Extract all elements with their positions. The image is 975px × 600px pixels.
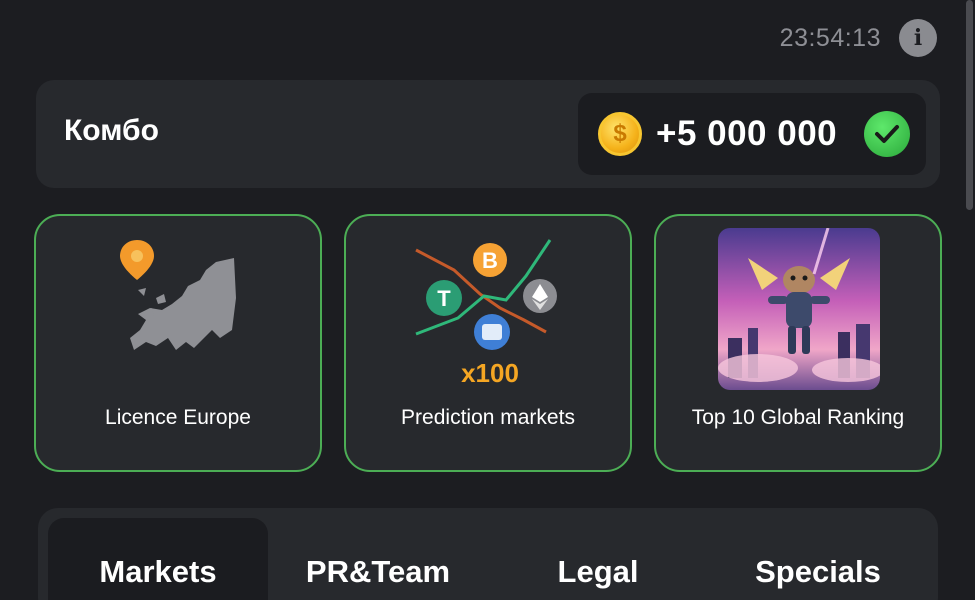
europe-map-icon <box>120 240 236 350</box>
tab-specials[interactable]: Specials <box>708 518 928 600</box>
scrollbar[interactable] <box>966 0 973 210</box>
category-tabs: Markets PR&Team Legal Specials <box>38 508 938 600</box>
checkmark-icon <box>864 111 910 157</box>
multiplier-badge: x100 <box>461 358 519 386</box>
tab-markets[interactable]: Markets <box>48 518 268 600</box>
prediction-markets-icon: B T x100 <box>415 239 557 386</box>
tab-label: Legal <box>557 554 639 589</box>
tab-pr-team[interactable]: PR&Team <box>268 518 488 600</box>
card-label: Prediction markets <box>401 406 575 429</box>
combo-card-prediction-markets[interactable]: B T x100 Prediction markets <box>344 214 632 472</box>
combo-cards: Licence Europe B T x100 Prediction marke… <box>34 214 942 472</box>
svg-text:B: B <box>482 248 498 273</box>
combo-reward: $ +5 000 000 <box>578 93 926 175</box>
info-icon[interactable]: i <box>899 19 937 57</box>
svg-text:T: T <box>437 286 451 311</box>
combo-timer: 23:54:13 <box>779 23 881 52</box>
combo-card-licence-europe[interactable]: Licence Europe <box>34 214 322 472</box>
tab-label: Specials <box>755 554 881 589</box>
combo-card-top-10-global-ranking[interactable]: Top 10 Global Ranking <box>654 214 942 472</box>
coin-icon: $ <box>598 112 642 156</box>
tab-label: Markets <box>99 554 217 589</box>
card-label: Licence Europe <box>105 406 251 429</box>
combo-title: Комбо <box>64 114 159 147</box>
top-bar: 23:54:13 i <box>780 18 937 58</box>
combo-card: Комбо $ +5 000 000 <box>36 80 940 188</box>
hamster-flying-image <box>718 228 880 390</box>
coin-symbol: $ <box>613 120 627 147</box>
tab-legal[interactable]: Legal <box>488 518 708 600</box>
combo-reward-amount: +5 000 000 <box>656 114 838 153</box>
tab-label: PR&Team <box>305 554 451 589</box>
card-label: Top 10 Global Ranking <box>691 406 905 429</box>
